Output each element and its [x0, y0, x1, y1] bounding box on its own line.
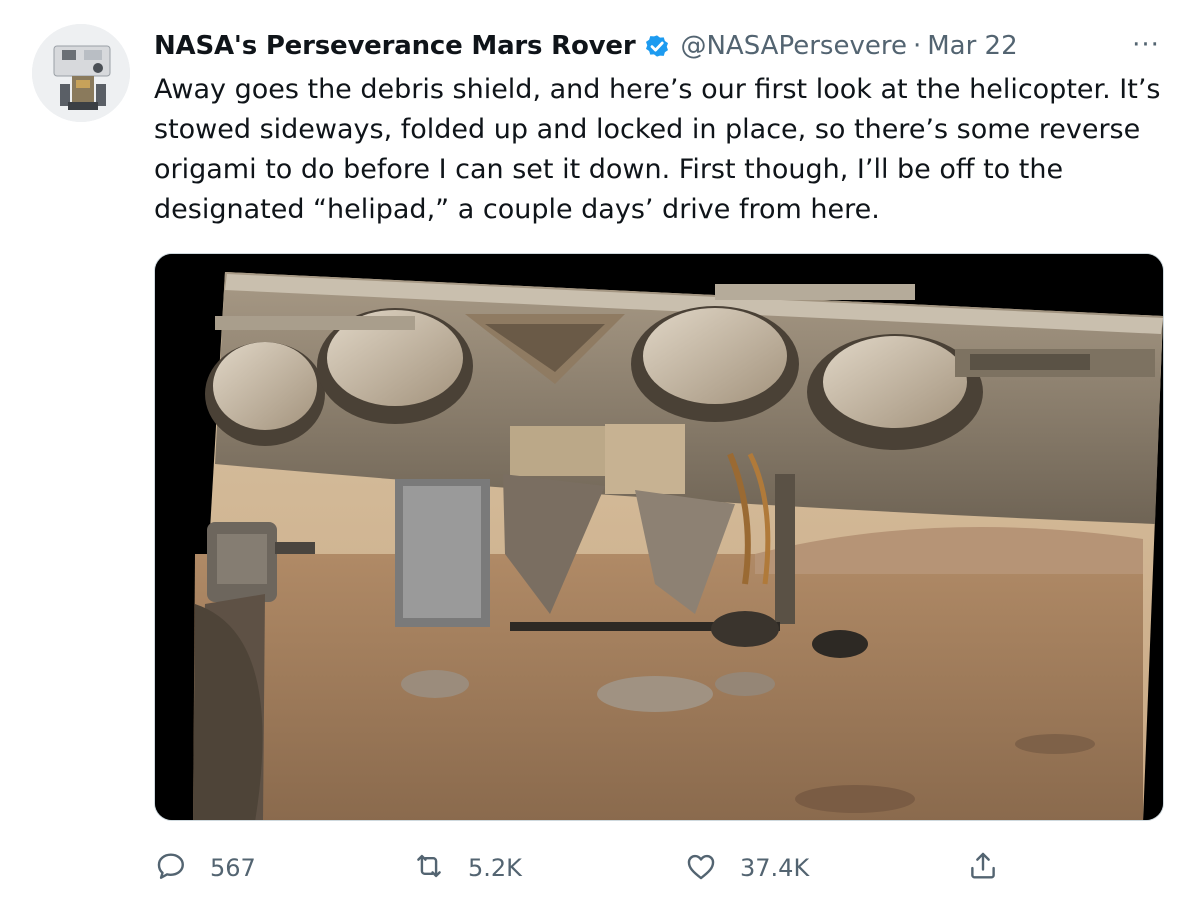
reply-icon [154, 849, 188, 887]
retweet-button[interactable]: 5.2K [412, 846, 522, 890]
share-icon [966, 849, 1000, 887]
share-button[interactable] [966, 846, 1000, 890]
more-icon[interactable]: ··· [1128, 30, 1164, 60]
like-button[interactable]: 37.4K [684, 846, 809, 890]
tweet-header: NASA's Perseverance Mars Rover @NASAPers… [154, 26, 1018, 66]
author-handle[interactable]: @NASAPersevere [680, 31, 906, 61]
tweet-date[interactable]: Mar 22 [927, 31, 1017, 61]
retweet-count: 5.2K [468, 854, 522, 882]
like-count: 37.4K [740, 854, 810, 882]
verified-badge-icon [642, 31, 672, 61]
author-name[interactable]: NASA's Perseverance Mars Rover [154, 31, 636, 61]
tweet-image[interactable] [154, 253, 1164, 821]
avatar[interactable] [32, 24, 130, 122]
reply-button[interactable]: 567 [154, 846, 256, 890]
retweet-icon [412, 849, 446, 887]
reply-count: 567 [210, 854, 256, 882]
tweet-text: Away goes the debris shield, and here’s … [154, 74, 1161, 225]
separator: · [912, 31, 922, 61]
heart-icon [684, 849, 718, 887]
tweet-actions: 567 5.2K 37.4K [154, 846, 1164, 890]
